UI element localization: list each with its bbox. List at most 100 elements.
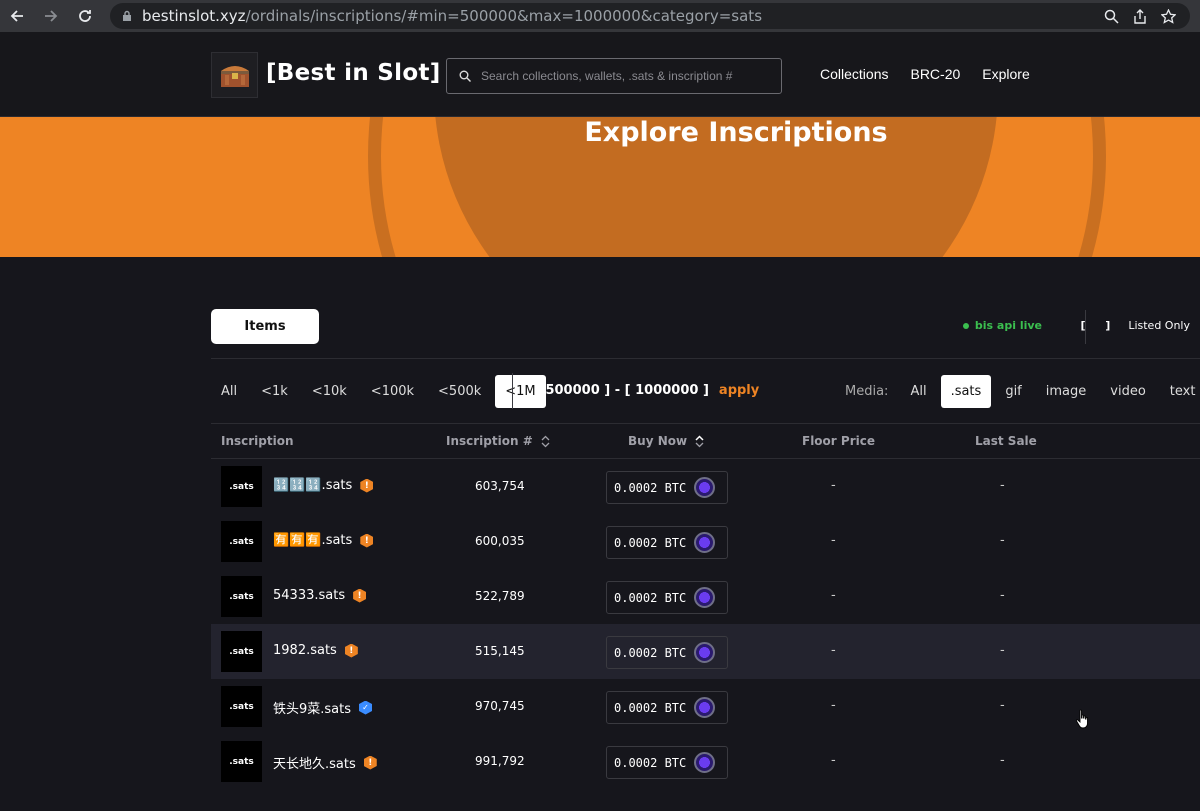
- inscription-name[interactable]: 🈶🈶🈶.sats !: [273, 533, 374, 548]
- buy-now-button[interactable]: 0.0002 BTC: [606, 636, 728, 669]
- divider: [211, 358, 1200, 359]
- media-filter: Media: All .sats gif image video text: [845, 375, 1200, 408]
- inscription-number: 600,035: [475, 534, 525, 548]
- table-row[interactable]: .sats 🈶🈶🈶.sats ! 600,035 0.0002 BTC - -: [211, 514, 1200, 569]
- media-tab-gif[interactable]: gif: [995, 375, 1031, 408]
- inscription-name-label: 🈶🈶🈶.sats: [273, 533, 353, 548]
- wallet-coin-icon: [694, 752, 716, 773]
- warning-badge-icon: !: [363, 755, 377, 770]
- media-tab-all[interactable]: All: [900, 375, 936, 408]
- zoom-icon[interactable]: [1104, 9, 1119, 24]
- wallet-coin-icon: [694, 642, 716, 663]
- buy-now-button[interactable]: 0.0002 BTC: [606, 471, 728, 504]
- nav-collections[interactable]: Collections: [820, 66, 888, 82]
- table-row[interactable]: .sats 天长地久.sats ! 991,792 0.0002 BTC - -: [211, 734, 1200, 789]
- inscription-number: 970,745: [475, 699, 525, 713]
- treasure-chest-logo-icon[interactable]: [211, 52, 258, 98]
- inscription-name[interactable]: 54333.sats !: [273, 588, 367, 603]
- url-host: bestinslot.xyz: [142, 7, 246, 25]
- wallet-coin-icon: [694, 697, 716, 718]
- column-buy-now[interactable]: Buy Now: [628, 434, 704, 448]
- apply-button[interactable]: apply: [719, 383, 759, 398]
- browser-toolbar: bestinslot.xyz/ordinals/inscriptions/#mi…: [0, 0, 1200, 32]
- floor-price: -: [831, 753, 836, 768]
- inscription-number: 991,792: [475, 754, 525, 768]
- media-label: Media:: [845, 384, 889, 399]
- floor-price: -: [831, 643, 836, 658]
- sort-icon[interactable]: [541, 435, 550, 448]
- range-tab-all[interactable]: All: [211, 375, 247, 408]
- lock-icon: [123, 10, 131, 21]
- search-input[interactable]: [481, 69, 771, 83]
- inscription-name[interactable]: 铁头9菜.sats ✓: [273, 698, 373, 717]
- buy-now-button[interactable]: 0.0002 BTC: [606, 691, 728, 724]
- table-row[interactable]: .sats 1982.sats ! 515,145 0.0002 BTC - -: [211, 624, 1200, 679]
- media-tab-video[interactable]: video: [1100, 375, 1156, 408]
- listed-only-toggle[interactable]: [ ] Listed Only: [1080, 319, 1190, 332]
- inscription-thumbnail[interactable]: .sats: [221, 521, 262, 562]
- floor-price: -: [831, 588, 836, 603]
- api-status-label: bis api live: [974, 319, 1042, 332]
- table-header: Inscription Inscription # Buy Now Floor …: [211, 424, 1200, 458]
- buy-now-button[interactable]: 0.0002 BTC: [606, 526, 728, 559]
- forward-icon[interactable]: [34, 0, 68, 32]
- hero-banner: Explore Inscriptions: [0, 117, 1200, 257]
- back-icon[interactable]: [0, 0, 34, 32]
- sort-icon[interactable]: [695, 434, 704, 448]
- buy-now-button[interactable]: 0.0002 BTC: [606, 746, 728, 779]
- inscription-thumbnail[interactable]: .sats: [221, 741, 262, 782]
- floor-price: -: [831, 698, 836, 713]
- listed-only-checkbox[interactable]: [ ]: [1080, 319, 1118, 332]
- wallet-coin-icon: [694, 587, 716, 608]
- site-header: [Best in Slot] Collections BRC-20 Explor…: [0, 32, 1200, 117]
- inscription-name[interactable]: 🔢🔢🔢.sats !: [273, 478, 374, 493]
- last-sale: -: [1000, 698, 1005, 713]
- media-tab-image[interactable]: image: [1036, 375, 1097, 408]
- address-bar[interactable]: bestinslot.xyz/ordinals/inscriptions/#mi…: [110, 3, 1190, 29]
- inscription-number: 603,754: [475, 479, 525, 493]
- column-floor-price: Floor Price: [802, 434, 875, 448]
- status-dot-icon: [962, 322, 969, 329]
- inscription-thumbnail[interactable]: .sats: [221, 686, 262, 727]
- search-box[interactable]: [446, 58, 782, 94]
- inscription-thumbnail[interactable]: .sats: [221, 466, 262, 507]
- wallet-coin-icon: [694, 477, 716, 498]
- warning-badge-icon: !: [360, 533, 374, 548]
- range-inputs[interactable]: [ 500000 ] - [ 1000000 ]: [535, 383, 709, 398]
- range-tab-1k[interactable]: <1k: [251, 375, 298, 408]
- range-tab-100k[interactable]: <100k: [361, 375, 424, 408]
- range-tab-500k[interactable]: <500k: [428, 375, 491, 408]
- table-row[interactable]: .sats 铁头9菜.sats ✓ 970,745 0.0002 BTC - -: [211, 679, 1200, 734]
- items-tab-button[interactable]: Items: [211, 309, 319, 344]
- range-divider: [512, 373, 513, 409]
- inscription-thumbnail[interactable]: .sats: [221, 631, 262, 672]
- share-icon[interactable]: [1133, 8, 1147, 24]
- reload-icon[interactable]: [68, 0, 102, 32]
- inscription-name[interactable]: 天长地久.sats !: [273, 753, 377, 772]
- last-sale: -: [1000, 478, 1005, 493]
- table-row[interactable]: .sats 🔢🔢🔢.sats ! 603,754 0.0002 BTC - -: [211, 459, 1200, 514]
- last-sale: -: [1000, 643, 1005, 658]
- inscription-name[interactable]: 1982.sats !: [273, 643, 358, 658]
- range-tab-10k[interactable]: <10k: [302, 375, 357, 408]
- verified-badge-icon: ✓: [359, 700, 373, 715]
- bookmark-star-icon[interactable]: [1161, 8, 1176, 24]
- media-tab-sats[interactable]: .sats: [940, 375, 992, 408]
- last-sale: -: [1000, 533, 1005, 548]
- warning-badge-icon: !: [353, 588, 367, 603]
- main-nav: Collections BRC-20 Explore: [820, 66, 1030, 82]
- media-tab-text[interactable]: text: [1160, 375, 1200, 408]
- column-inscription-number[interactable]: Inscription #: [446, 434, 550, 448]
- buy-price: 0.0002 BTC: [614, 700, 687, 715]
- brand-name[interactable]: [Best in Slot]: [266, 60, 441, 86]
- nav-brc20[interactable]: BRC-20: [910, 66, 960, 82]
- inscription-name-label: 🔢🔢🔢.sats: [273, 478, 353, 493]
- buy-now-button[interactable]: 0.0002 BTC: [606, 581, 728, 614]
- inscription-name-label: 54333.sats: [273, 588, 346, 603]
- column-inscription: Inscription: [221, 434, 294, 448]
- buy-price: 0.0002 BTC: [614, 480, 687, 495]
- inscription-thumbnail[interactable]: .sats: [221, 576, 262, 617]
- main-content: Items bis api live [ ] Listed Only All <…: [211, 257, 1200, 811]
- table-row[interactable]: .sats 54333.sats ! 522,789 0.0002 BTC - …: [211, 569, 1200, 624]
- nav-explore[interactable]: Explore: [982, 66, 1029, 82]
